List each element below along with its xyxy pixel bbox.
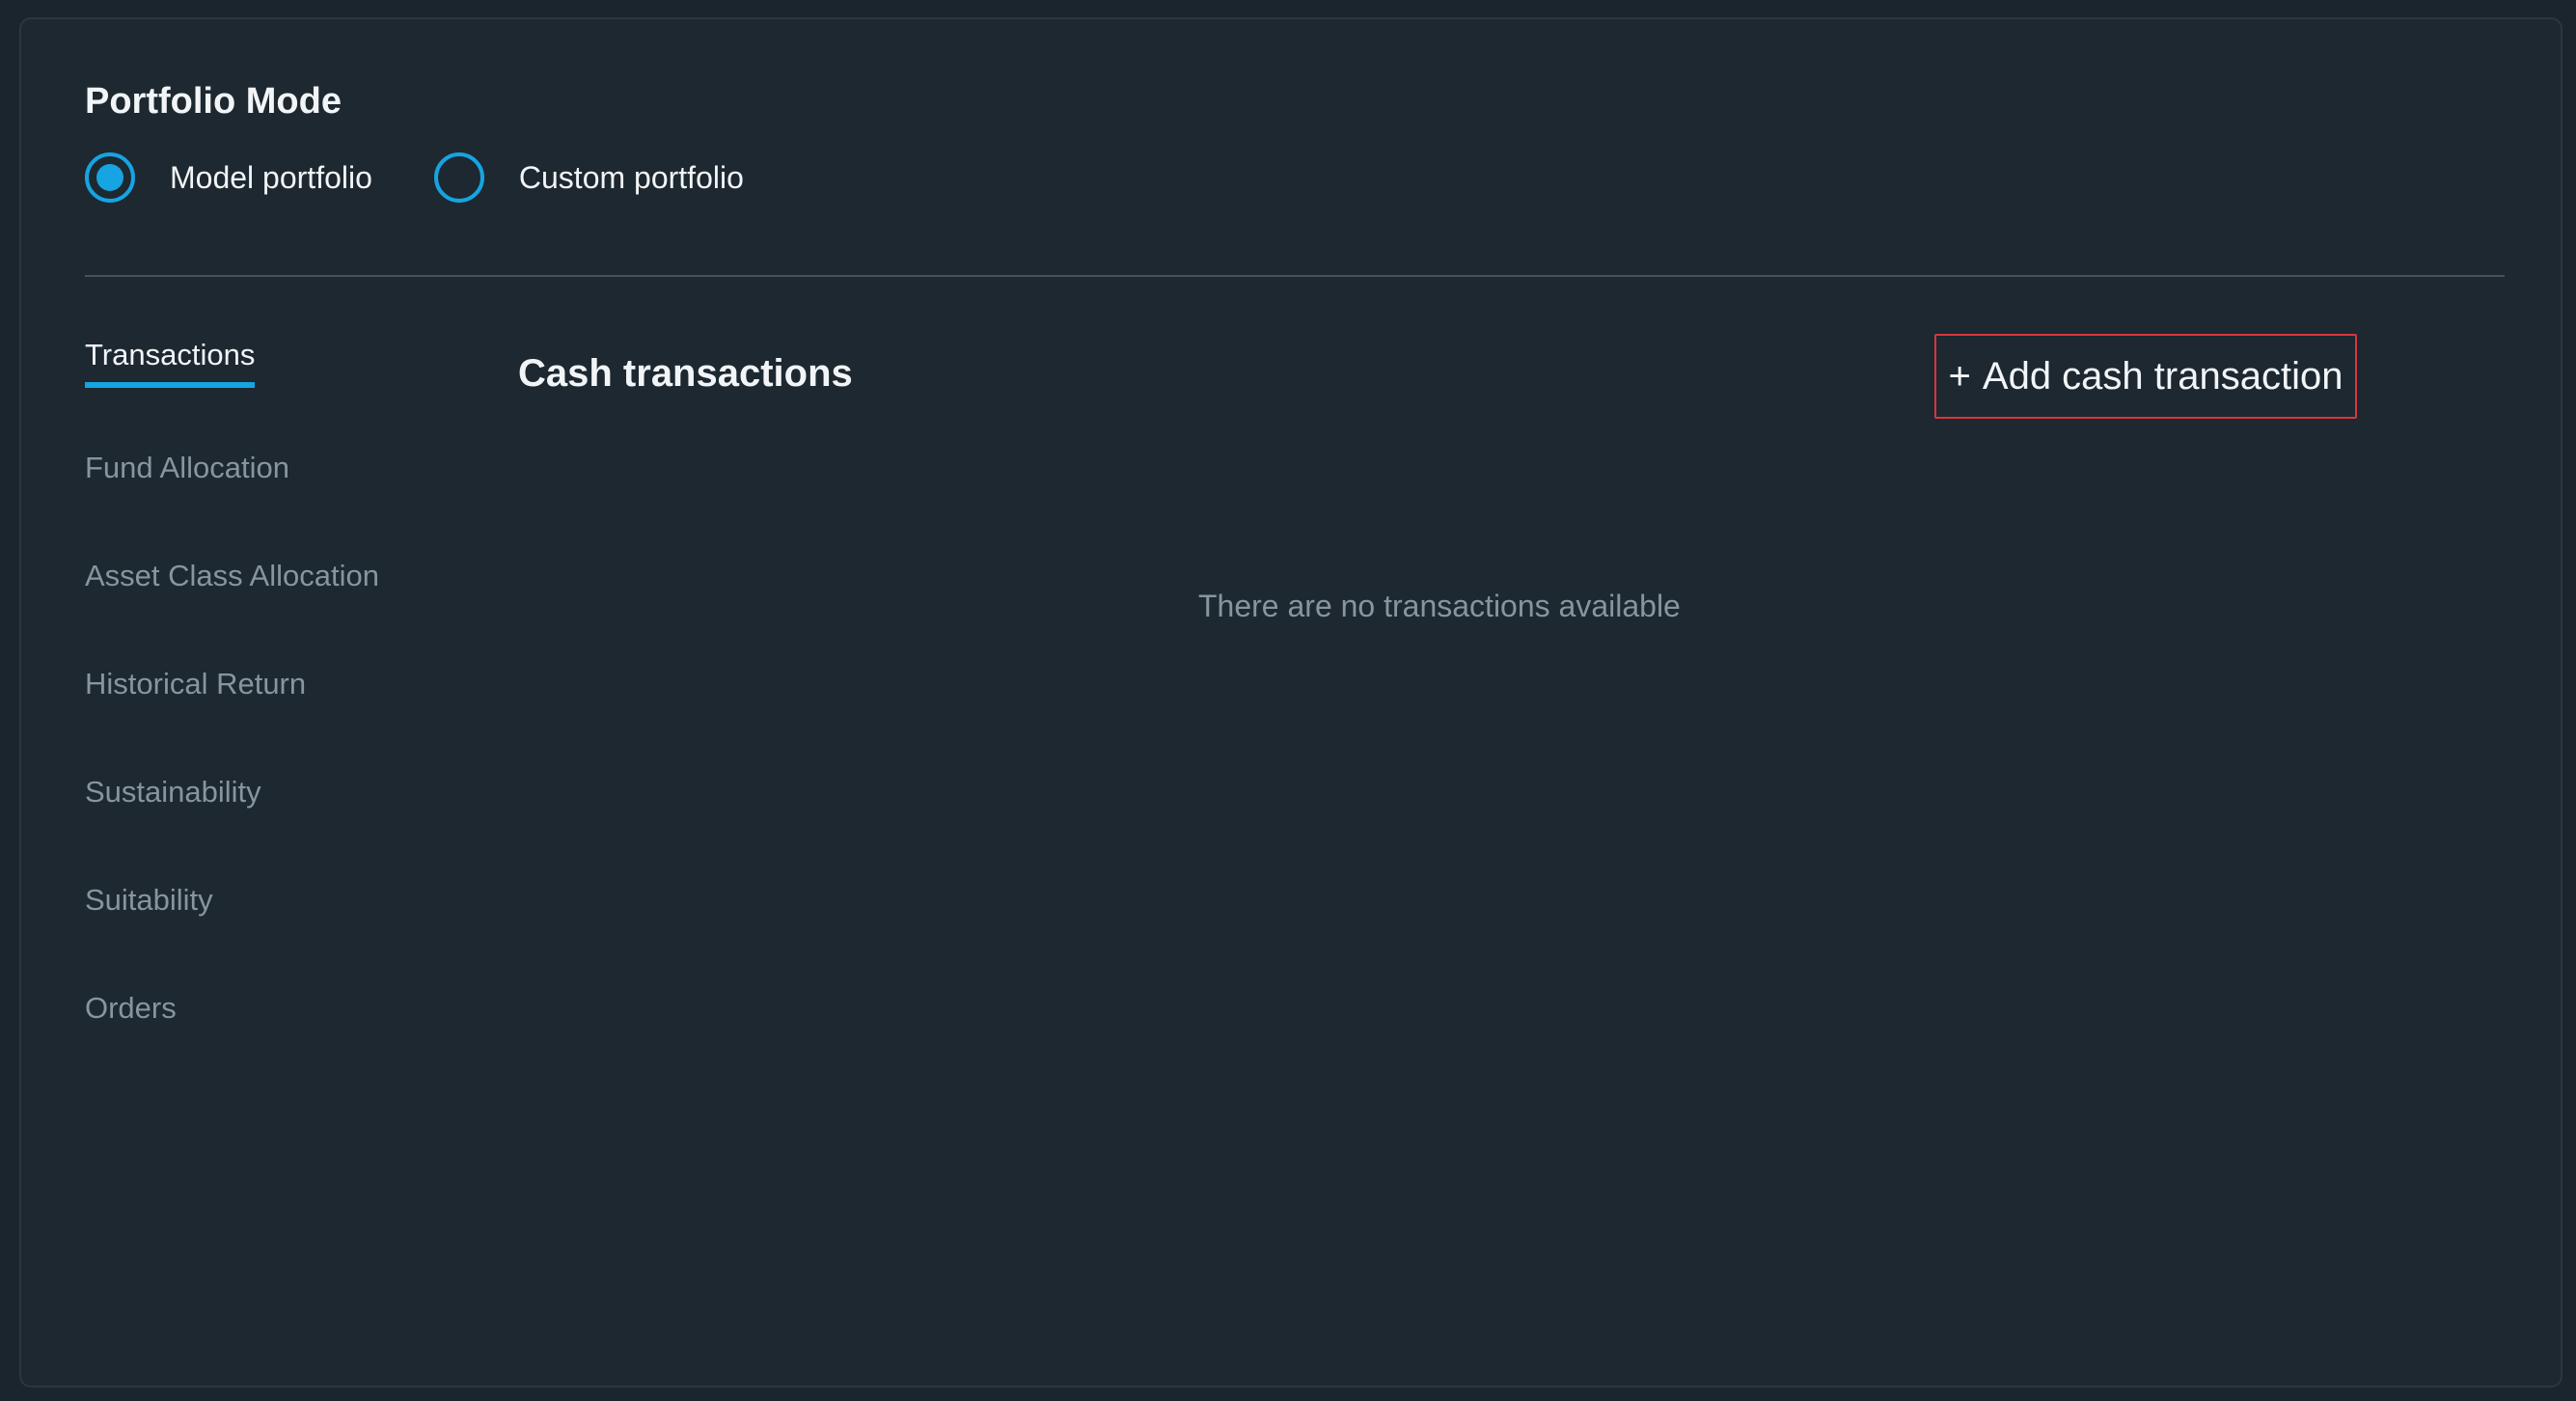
portfolio-panel: Portfolio Mode Model portfolio Custom po… (19, 17, 2562, 1387)
radio-unselected-icon[interactable] (433, 152, 484, 203)
add-cash-transaction-button[interactable]: + Add cash transaction (1934, 334, 2357, 419)
model-portfolio-radio[interactable]: Model portfolio (85, 152, 372, 203)
plus-icon: + (1948, 354, 1971, 398)
nav-item-sustainability[interactable]: Sustainability (85, 775, 261, 810)
empty-state-message: There are no transactions available (1198, 589, 1681, 623)
portfolio-mode-title: Portfolio Mode (85, 81, 342, 122)
nav-item-asset-class-allocation[interactable]: Asset Class Allocation (85, 559, 379, 593)
custom-portfolio-radio[interactable]: Custom portfolio (433, 152, 744, 203)
custom-portfolio-label[interactable]: Custom portfolio (519, 160, 744, 196)
radio-dot-icon (96, 164, 123, 191)
nav-item-orders[interactable]: Orders (85, 991, 177, 1026)
nav-item-fund-allocation[interactable]: Fund Allocation (85, 451, 289, 485)
nav-item-suitability[interactable]: Suitability (85, 883, 213, 918)
model-portfolio-label[interactable]: Model portfolio (170, 160, 372, 196)
section-divider (85, 275, 2505, 277)
add-cash-transaction-label: Add cash transaction (1982, 354, 2343, 398)
portfolio-mode-radio-group: Model portfolio Custom portfolio (85, 152, 806, 203)
nav-item-transactions[interactable]: Transactions (85, 338, 256, 388)
nav-item-historical-return[interactable]: Historical Return (85, 667, 306, 701)
cash-transactions-title: Cash transactions (518, 352, 853, 395)
radio-selected-icon[interactable] (85, 152, 135, 203)
